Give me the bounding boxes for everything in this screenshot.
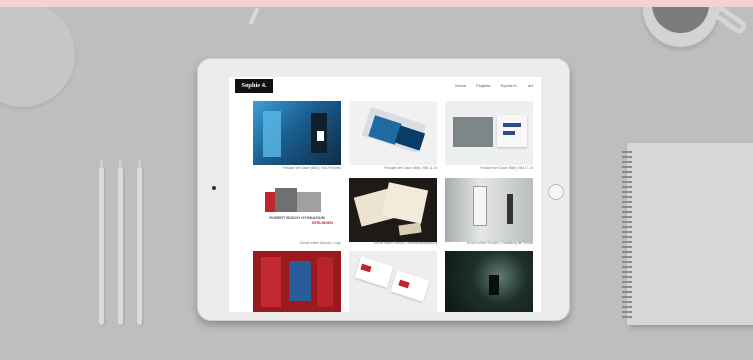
gallery-tile[interactable]: [349, 178, 437, 242]
tile-image: [261, 257, 281, 307]
gallery-tile[interactable]: [253, 251, 341, 312]
tile-caption: Potsdam der Dauer (Bild) | Bild 17-19: [480, 166, 533, 170]
pencil: [99, 159, 104, 325]
logo-mark: [297, 192, 321, 212]
tile-image: [289, 261, 311, 301]
camera-icon: [212, 186, 216, 190]
logo-subtext: GERLINGEN: [311, 221, 333, 225]
tablet: Sophie 4. Home Projekts Sophie K. Art Po…: [197, 58, 570, 321]
pen: [248, 7, 260, 26]
tile-image: [398, 222, 422, 236]
tile-image: [507, 194, 513, 224]
logo-mark: [265, 192, 275, 212]
website-screen: Sophie 4. Home Projekts Sophie K. Art Po…: [229, 77, 541, 312]
pencil: [118, 159, 123, 325]
menu-item-about[interactable]: Sophie K.: [501, 83, 518, 88]
tile-image: [503, 123, 521, 127]
tile-image: [317, 131, 324, 141]
home-button[interactable]: [548, 184, 564, 200]
tile-image: [489, 275, 499, 295]
gallery-tile[interactable]: [349, 101, 437, 165]
tile-image: [390, 270, 430, 302]
tile-caption: Schule hoffen Schulen | Logo: [299, 241, 341, 245]
logo-text: ROBERT BOSCH GYMNASIUM: [269, 216, 325, 220]
gallery-tile[interactable]: [349, 251, 437, 312]
notebook: [622, 143, 753, 325]
site-menu: Home Projekts Sophie K. Art: [455, 83, 533, 88]
tile-image: [473, 186, 487, 226]
menu-item-projects[interactable]: Projekts: [476, 83, 490, 88]
round-object: [0, 7, 75, 107]
gallery-tile[interactable]: ROBERT BOSCH GYMNASIUM GERLINGEN: [253, 178, 341, 242]
desk-background: Sophie 4. Home Projekts Sophie K. Art Po…: [0, 7, 753, 360]
tile-image: [503, 131, 515, 135]
tile-caption: Potsdam der Dauer (Bild) | Foto Portprei…: [282, 166, 341, 170]
tile-image: [453, 117, 493, 147]
tile-caption: Potsdam der Dauer (Bild) | Bild 11-14: [384, 166, 437, 170]
tile-image: [317, 257, 333, 307]
pencil: [137, 159, 142, 325]
tile-caption: Schule hoffen Schulen | Gestaltung der S…: [467, 241, 533, 245]
cup-handle: [711, 7, 749, 37]
tile-image: [263, 111, 281, 157]
notebook-spiral: [622, 151, 632, 319]
tile-image: [445, 178, 533, 242]
gallery-tile[interactable]: [253, 101, 341, 165]
tile-image: [354, 256, 394, 288]
menu-item-home[interactable]: Home: [455, 83, 466, 88]
site-logo[interactable]: Sophie 4.: [235, 79, 273, 93]
coffee-cup: [643, 7, 718, 47]
gallery-tile[interactable]: [445, 251, 533, 312]
gallery-tile[interactable]: [445, 101, 533, 165]
site-nav: Sophie 4. Home Projekts Sophie K. Art: [229, 77, 541, 97]
menu-item-art[interactable]: Art: [528, 83, 533, 88]
tile-caption: Schule hoffen Schule | Geschäftsausstatt…: [373, 241, 438, 245]
gallery-tile[interactable]: [445, 178, 533, 242]
logo-mark: [275, 188, 297, 212]
